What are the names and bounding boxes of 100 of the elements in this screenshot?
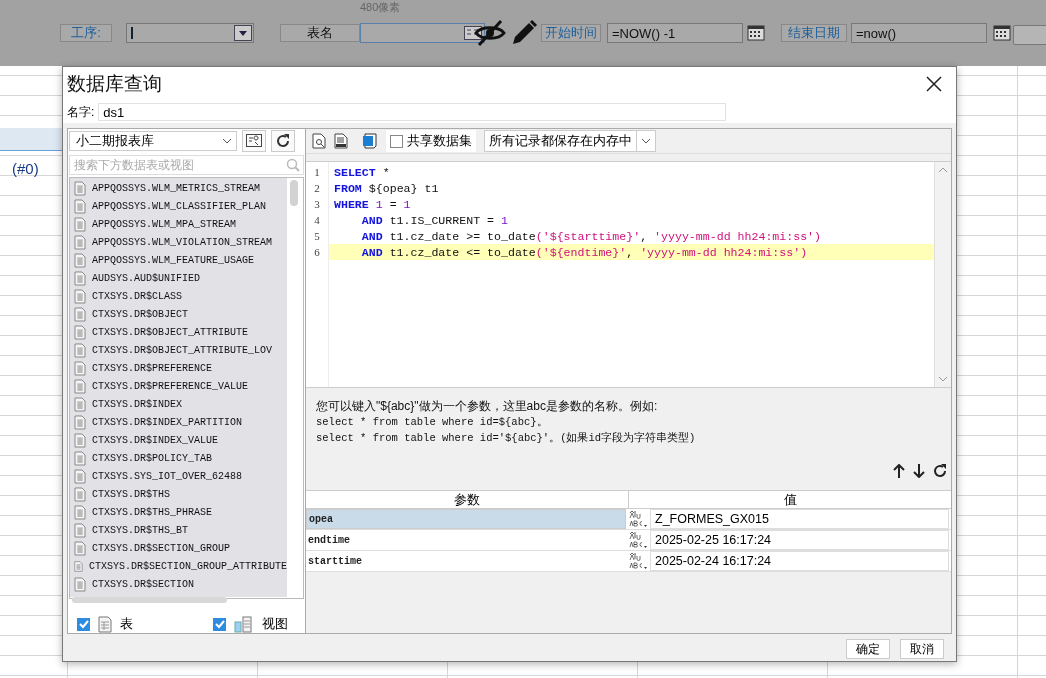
table-list-item[interactable]: AUDSYS.AUD$UNIFIED <box>70 269 287 287</box>
cell-text: (#0) <box>12 160 39 177</box>
table-list-item[interactable]: CTXSYS.DR$PREFERENCE <box>70 359 287 377</box>
document-icon <box>74 450 86 466</box>
table-list-item[interactable]: APPQOSSYS.WLM_CLASSIFIER_PLAN <box>70 197 287 215</box>
document-icon <box>74 180 86 196</box>
close-icon[interactable] <box>926 76 942 92</box>
column-header: 值 <box>782 491 798 508</box>
code-line: AND t1.cz_date <= to_date('${endtime}', 'yyyy-mm-dd hh24:mi:ss') <box>360 245 808 259</box>
table-list-item[interactable]: CTXSYS.DR$OBJECT_ATTRIBUTE_LOV <box>70 341 287 359</box>
param-value-field[interactable]: 2025-02-25 16:17:24 <box>650 530 949 550</box>
table-list-item[interactable]: CTXSYS.DR$OBJECT <box>70 305 287 323</box>
field-label: 名字: <box>67 103 95 121</box>
document-icon <box>74 396 86 412</box>
line-number: 4 <box>313 214 321 226</box>
start-time-field[interactable]: =NOW() -1 <box>607 23 743 43</box>
field-label: 表名 <box>280 24 360 42</box>
param-name[interactable]: endtime <box>306 530 626 550</box>
table-list-item[interactable]: CTXSYS.DR$THS_BT <box>70 521 287 539</box>
code-line: AND t1.cz_date >= to_date('${starttime}', 'yyyy-mm-dd hh24:mi:ss') <box>360 229 822 243</box>
document-icon <box>74 540 86 556</box>
table-list-item[interactable]: CTXSYS.DR$INDEX_PARTITION <box>70 413 287 431</box>
param-name[interactable]: opea <box>306 509 626 529</box>
refresh-button[interactable] <box>271 130 295 152</box>
table-list-item[interactable]: CTXSYS.DR$THS_PHRASE <box>70 503 287 521</box>
table-list-item[interactable]: CTXSYS.DR$SECTION_GROUP_ATTRIBUTE <box>70 557 287 575</box>
table-list-item[interactable]: APPQOSSYS.WLM_FEATURE_USAGE <box>70 251 287 269</box>
table-list-item[interactable]: CTXSYS.DR$SECTION_GROUP <box>70 539 287 557</box>
line-number: 3 <box>313 198 321 210</box>
document-icon <box>74 468 86 484</box>
preview-icon <box>246 134 262 148</box>
checkbox-label: 共享数据集 <box>407 132 472 150</box>
document-icon <box>74 306 86 322</box>
refresh-icon <box>275 133 291 149</box>
code-line: SELECT * <box>334 165 390 179</box>
document-icon <box>74 342 86 358</box>
help-text: select * from table where id=${abc}。 <box>316 415 549 430</box>
calendar-icon[interactable] <box>993 25 1011 41</box>
table-list-item[interactable]: CTXSYS.DR$CLASS <box>70 287 287 305</box>
type-icon[interactable] <box>628 552 648 570</box>
preview-icon[interactable] <box>312 133 326 149</box>
scrollbar-thumb[interactable] <box>290 180 298 206</box>
document-icon <box>74 360 86 376</box>
table-list-item[interactable]: CTXSYS.DR$THS <box>70 485 287 503</box>
document-icon <box>74 414 86 430</box>
cache-mode-dropdown[interactable]: 所有记录都保存在内存中 <box>484 130 656 152</box>
type-icon[interactable] <box>628 510 648 528</box>
checkbox[interactable] <box>77 617 90 631</box>
table-list-item[interactable]: CTXSYS.DR$PREFERENCE_VALUE <box>70 377 287 395</box>
hidden-eye-icon[interactable] <box>473 18 507 48</box>
line-number: 2 <box>313 182 321 194</box>
table-list-item[interactable]: APPQOSSYS.WLM_MPA_STREAM <box>70 215 287 233</box>
checkbox-label: 视图 <box>262 615 288 633</box>
document-icon <box>74 198 86 214</box>
checkbox[interactable] <box>213 617 226 631</box>
field-label: 工序: <box>60 24 112 42</box>
scroll-up-icon <box>938 167 948 173</box>
document-icon <box>74 558 83 574</box>
ok-button[interactable]: 确定 <box>846 639 890 659</box>
document-icon <box>74 324 86 340</box>
end-date-field[interactable]: =now() <box>851 23 987 43</box>
save-icon[interactable] <box>362 133 378 149</box>
database-dropdown[interactable]: 小二期报表库 <box>69 131 237 151</box>
document-icon <box>74 378 86 394</box>
table-list-item[interactable]: CTXSYS.DR$POLICY_TAB <box>70 449 287 467</box>
help-text: 您可以键入"${abc}"做为一个参数，这里abc是参数的名称。例如: <box>316 398 659 414</box>
type-icon[interactable] <box>628 531 648 549</box>
param-value-field[interactable]: Z_FORMES_GX015 <box>650 509 949 529</box>
cancel-button[interactable]: 取消 <box>900 639 944 659</box>
checkbox-label: 表 <box>120 615 133 633</box>
table-list-item[interactable]: CTXSYS.DR$INDEX <box>70 395 287 413</box>
line-number: 6 <box>313 246 321 258</box>
table-list-item[interactable]: CTXSYS.DR$OBJECT_ATTRIBUTE <box>70 323 287 341</box>
document-icon <box>74 216 86 232</box>
scrollbar-thumb[interactable] <box>72 597 227 603</box>
column-header: 参数 <box>306 491 629 508</box>
chevron-icon <box>222 138 232 144</box>
checkbox[interactable] <box>390 134 403 148</box>
table-name-field[interactable] <box>360 23 485 43</box>
document-icon <box>74 288 86 304</box>
calendar-icon[interactable] <box>747 25 765 41</box>
code-line: FROM ${opea} t1 <box>334 181 439 195</box>
table-list-item[interactable]: APPQOSSYS.WLM_VIOLATION_STREAM <box>70 233 287 251</box>
help-text: select * from table where id='${abc}'。(如果id字段为字符串类型) <box>316 431 697 446</box>
table-list-item[interactable]: APPQOSSYS.WLM_METRICS_STREAM <box>70 179 287 197</box>
preview-button[interactable] <box>242 130 266 152</box>
dialog-title: 数据库查询 <box>67 72 162 96</box>
sql-file-icon[interactable] <box>334 133 348 149</box>
search-field[interactable]: 搜索下方数据表或视图 <box>69 155 304 175</box>
up-arrow-icon[interactable] <box>893 464 905 478</box>
refresh-icon[interactable] <box>933 464 947 478</box>
table-list-item[interactable]: CTXSYS.DR$SECTION <box>70 575 287 593</box>
down-arrow-icon[interactable] <box>913 464 925 478</box>
process-dropdown[interactable] <box>126 23 254 43</box>
table-list-item[interactable]: CTXSYS.DR$INDEX_VALUE <box>70 431 287 449</box>
name-field[interactable]: ds1 <box>98 103 727 121</box>
param-name[interactable]: starttime <box>306 551 626 571</box>
param-value-field[interactable]: 2025-02-24 16:17:24 <box>650 551 949 571</box>
document-icon <box>74 504 86 520</box>
table-list-item[interactable]: CTXSYS.SYS_IOT_OVER_62488 <box>70 467 287 485</box>
